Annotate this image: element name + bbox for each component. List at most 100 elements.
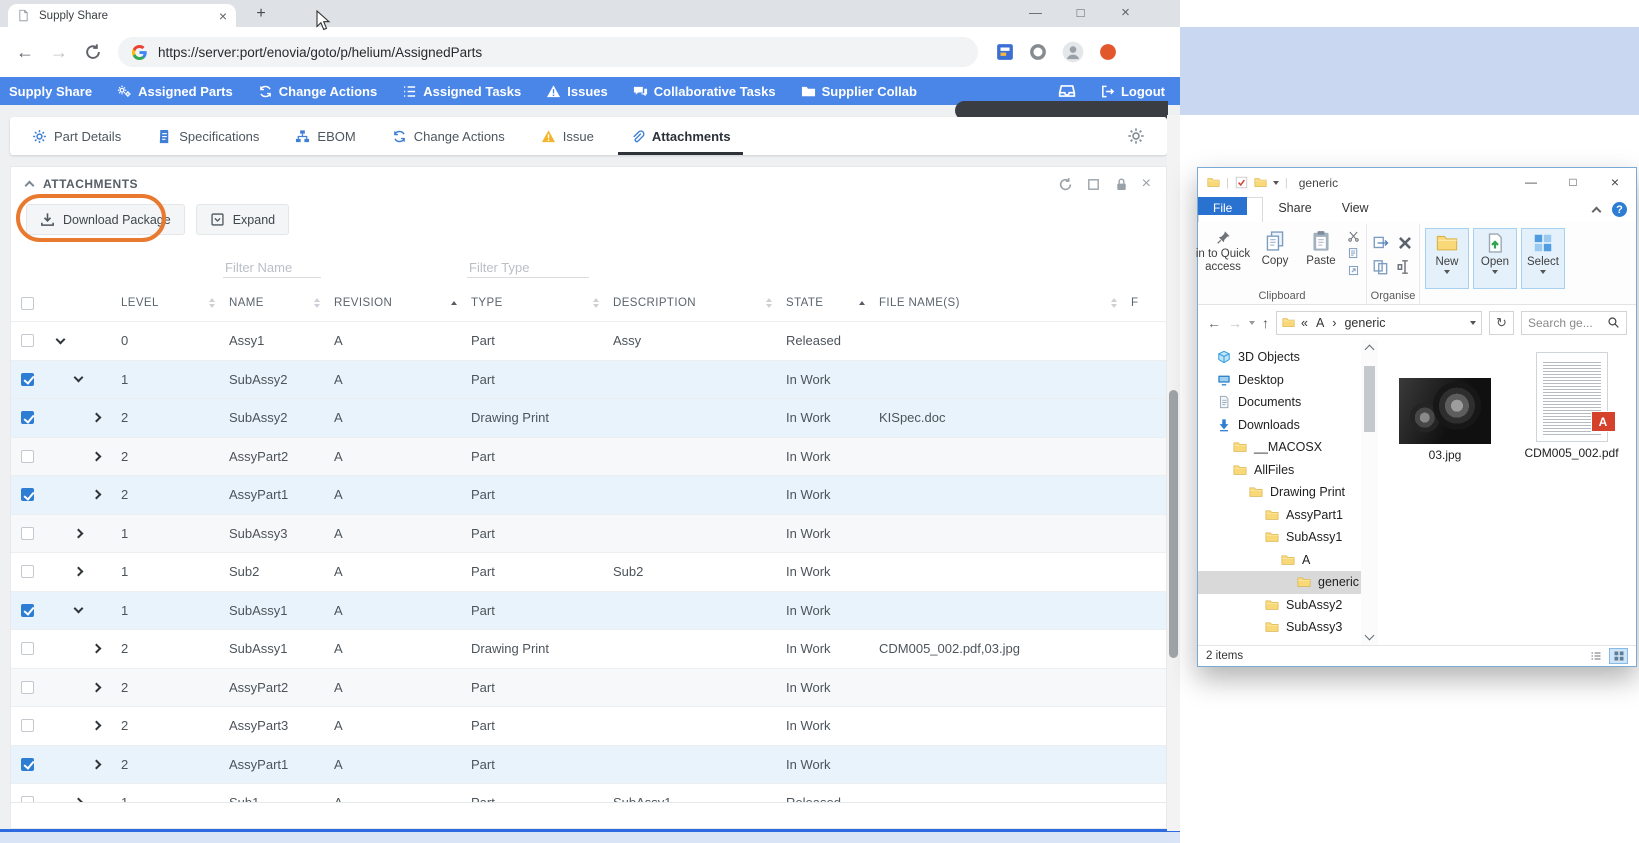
tab-close-icon[interactable]: ×: [219, 9, 227, 23]
explorer-minimize-button[interactable]: —: [1510, 168, 1552, 197]
sort-icon[interactable]: [593, 298, 599, 308]
row-checkbox[interactable]: [21, 642, 34, 655]
reload-button[interactable]: [84, 43, 102, 61]
explorer-search-input[interactable]: [1528, 316, 1598, 330]
open-button[interactable]: Open: [1473, 228, 1517, 289]
expand-row-chevron-icon[interactable]: [92, 451, 102, 461]
select-all-checkbox[interactable]: [21, 297, 34, 310]
history-dropdown-icon[interactable]: [1249, 321, 1255, 325]
column-header-description[interactable]: DESCRIPTION: [613, 285, 786, 321]
tree-item-desktop[interactable]: Desktop: [1198, 369, 1361, 392]
new-folder-button[interactable]: New: [1425, 228, 1469, 289]
browser-minimize-button[interactable]: —: [1013, 0, 1058, 26]
explorer-refresh-button[interactable]: ↻: [1489, 311, 1514, 335]
tree-scrollbar[interactable]: [1361, 340, 1378, 645]
tree-item-subassy2[interactable]: SubAssy2: [1198, 594, 1361, 617]
extension-donut-icon[interactable]: [1029, 43, 1047, 61]
browser-maximize-button[interactable]: □: [1058, 0, 1103, 26]
sort-icon[interactable]: [314, 298, 320, 308]
tab-change-actions[interactable]: Change Actions: [392, 117, 505, 155]
table-row[interactable]: 2AssyPart2APartIn Work: [11, 437, 1166, 476]
table-row[interactable]: 1SubAssy2APartIn Work: [11, 360, 1166, 399]
column-header-revision[interactable]: REVISION: [334, 285, 471, 321]
tree-item-subassy1[interactable]: SubAssy1: [1198, 526, 1361, 549]
file-cdm005-002-pdf[interactable]: ACDM005_002.pdf: [1524, 352, 1619, 460]
quick-access-customize-icon[interactable]: [1273, 181, 1279, 185]
move-to-icon[interactable]: [1372, 234, 1390, 252]
thumbnail-view-button[interactable]: [1609, 648, 1628, 664]
tree-item-assypart1[interactable]: AssyPart1: [1198, 504, 1361, 527]
browser-close-button[interactable]: ×: [1103, 0, 1148, 26]
file-03-jpg[interactable]: 03.jpg: [1399, 378, 1491, 462]
table-row[interactable]: 1SubAssy1APartIn Work: [11, 591, 1166, 630]
expand-row-chevron-icon[interactable]: [92, 682, 102, 692]
navbar-item-supplier-collab[interactable]: Supplier Collab: [801, 84, 917, 99]
panel-refresh-icon[interactable]: [1058, 177, 1073, 192]
sort-icon[interactable]: [1111, 298, 1117, 308]
collapse-row-chevron-icon[interactable]: [74, 373, 84, 383]
row-checkbox[interactable]: [21, 565, 34, 578]
row-checkbox[interactable]: [21, 758, 34, 771]
row-checkbox[interactable]: [21, 334, 34, 347]
sort-icon[interactable]: [766, 298, 772, 308]
table-row[interactable]: 2AssyPart1APartIn Work: [11, 475, 1166, 514]
sort-icon[interactable]: [209, 298, 215, 308]
table-row[interactable]: 1SubAssy3APartIn Work: [11, 514, 1166, 553]
filter-type-input[interactable]: [467, 258, 589, 278]
table-row[interactable]: 2AssyPart2APartIn Work: [11, 668, 1166, 707]
expand-row-chevron-icon[interactable]: [74, 528, 84, 538]
help-icon[interactable]: ?: [1612, 202, 1627, 217]
tab-ebom[interactable]: EBOM: [295, 117, 355, 155]
pin-to-quick-access-button[interactable]: in to Quick access: [1194, 226, 1252, 289]
copy-button[interactable]: Copy: [1252, 226, 1298, 289]
row-checkbox[interactable]: [21, 450, 34, 463]
filter-name-input[interactable]: [223, 258, 321, 278]
tree-item-macosx[interactable]: __MACOSX: [1198, 436, 1361, 459]
explorer-address-bar[interactable]: «A›generic: [1276, 311, 1482, 335]
download-package-button[interactable]: Download Package: [26, 204, 185, 235]
tree-item-documents[interactable]: Documents: [1198, 391, 1361, 414]
tree-item-3d-objects[interactable]: 3D Objects: [1198, 346, 1361, 369]
table-row[interactable]: 0Assy1APartAssyReleased: [11, 321, 1166, 360]
tree-item-generic[interactable]: generic: [1198, 571, 1361, 594]
expand-button[interactable]: Expand: [196, 204, 289, 235]
back-button[interactable]: ←: [16, 42, 34, 63]
scrollbar-thumb[interactable]: [1169, 390, 1178, 658]
explorer-forward-button[interactable]: →: [1228, 315, 1242, 331]
column-header-state[interactable]: STATE: [786, 285, 879, 321]
column-header-file-name-s[interactable]: FILE NAME(S): [879, 285, 1131, 321]
copy-to-icon[interactable]: [1372, 258, 1390, 276]
table-row[interactable]: 2SubAssy1ADrawing PrintIn WorkCDM005_002…: [11, 629, 1166, 668]
select-button[interactable]: Select: [1521, 228, 1565, 289]
explorer-close-button[interactable]: ×: [1594, 168, 1636, 197]
table-row[interactable]: 1Sub1APartSubAssy1Released: [11, 783, 1166, 803]
forward-button[interactable]: →: [50, 42, 68, 63]
tab-specifications[interactable]: Specifications: [157, 117, 259, 155]
expand-row-chevron-icon[interactable]: [92, 759, 102, 769]
sort-asc-icon[interactable]: [451, 301, 457, 305]
explorer-back-button[interactable]: ←: [1207, 315, 1221, 331]
ribbon-tab-share[interactable]: Share: [1263, 197, 1326, 222]
scroll-down-icon[interactable]: [1365, 631, 1375, 641]
tree-item-subassy3[interactable]: SubAssy3: [1198, 616, 1361, 639]
ribbon-tab-file[interactable]: File: [1198, 197, 1247, 215]
explorer-search-box[interactable]: [1521, 311, 1627, 335]
navbar-item-issues[interactable]: Issues: [546, 84, 607, 99]
breadcrumb[interactable]: «: [1301, 316, 1308, 330]
collapse-row-chevron-icon[interactable]: [74, 604, 84, 614]
tree-item-drawing-print[interactable]: Drawing Print: [1198, 481, 1361, 504]
expand-row-chevron-icon[interactable]: [92, 490, 102, 500]
panel-maximize-icon[interactable]: [1086, 177, 1101, 192]
column-header-f[interactable]: F: [1131, 285, 1171, 321]
address-dropdown-icon[interactable]: [1470, 321, 1476, 325]
logout-button[interactable]: Logout: [1100, 84, 1165, 99]
navbar-item-collaborative-tasks[interactable]: Collaborative Tasks: [633, 84, 776, 99]
column-header-type[interactable]: TYPE: [471, 285, 613, 321]
navbar-item-assigned-parts[interactable]: Assigned Parts: [117, 84, 233, 99]
collapse-ribbon-icon[interactable]: [1592, 206, 1602, 216]
tree-scrollbar-thumb[interactable]: [1364, 366, 1375, 432]
tab-part-details[interactable]: Part Details: [32, 117, 121, 155]
column-header-name[interactable]: NAME: [229, 285, 334, 321]
row-checkbox[interactable]: [21, 604, 34, 617]
panel-close-icon[interactable]: ×: [1142, 176, 1151, 192]
